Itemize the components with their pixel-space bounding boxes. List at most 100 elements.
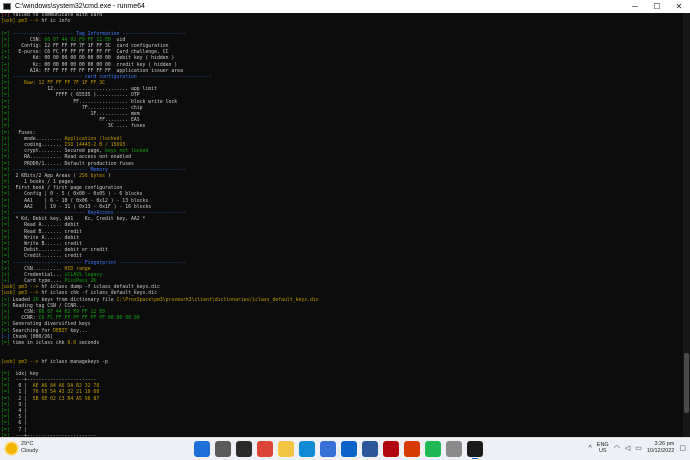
store-icon[interactable] [320, 441, 336, 457]
terminal-text: [usb] pm3 --> [1, 285, 42, 291]
minimize-button[interactable]: ─ [624, 2, 646, 11]
terminal-text: seconds [76, 340, 100, 346]
edge-icon[interactable] [299, 441, 315, 457]
terminal-text: Kc: 00 00 00 00 00 00 00 00 credit key (… [12, 62, 178, 68]
terminal-text: FF........ EAS [12, 118, 140, 124]
wifi-icon[interactable]: ◠ [614, 444, 620, 452]
terminal-text: [=] [1, 427, 13, 433]
spotify-icon[interactable] [425, 441, 441, 457]
terminal-text: failed to communicate with card [12, 13, 103, 18]
notification-icon[interactable]: ▢ [679, 444, 686, 452]
terminal-text: [+] [1, 68, 13, 74]
terminal-text: 3 | [12, 402, 28, 408]
terminal-text: Credit....... credit [12, 254, 82, 260]
terminal-text: Credential... [12, 272, 65, 278]
clock-time: 3:26 pm [654, 441, 675, 447]
terminal-scrollbar[interactable] [683, 13, 690, 437]
terminal-text: 1 books / 1 pages [12, 180, 74, 186]
close-button[interactable]: ✕ [668, 2, 690, 11]
terminal-text: [=] [1, 378, 13, 384]
terminal-text: 3C .... fuses [12, 124, 146, 130]
terminal-text: 5 | [12, 415, 28, 421]
terminal-text: Read B....... credit [12, 229, 82, 235]
terminal-text: [=] [1, 390, 13, 396]
region-code: US [598, 448, 607, 454]
terminal-text: CSN: [12, 310, 39, 315]
terminal-text: [=] [1, 81, 13, 87]
terminal-text: [+] [1, 56, 13, 62]
weather-temperature: 29°C [21, 441, 34, 447]
terminal-text: [usb] pm3 --> [1, 19, 42, 25]
terminal-text: crypt........ Secured page, [12, 149, 105, 155]
terminal-text: 6 | [12, 421, 28, 427]
terminal-text: [=] [1, 118, 13, 124]
terminal-text: 66 07 44 02 F9 FF 12 E0 [44, 37, 111, 43]
volume-icon[interactable]: ◁ [625, 444, 630, 452]
clock[interactable]: 3:26 pm 10/12/2022 [647, 441, 675, 455]
terminal-text: DEBIT [53, 328, 68, 334]
terminal-text: PROD0/1...... Default production fuses [12, 161, 134, 167]
terminal-text: hf iclass dump -f iclass_default_keys.di… [41, 285, 160, 291]
terminal-text: [=] [1, 415, 13, 421]
terminal-text: [+] [1, 266, 13, 272]
task-view-icon[interactable] [236, 441, 252, 457]
terminal-icon[interactable] [467, 441, 483, 459]
word-icon[interactable] [362, 441, 378, 457]
search-icon[interactable] [215, 441, 231, 457]
file-explorer-icon[interactable] [278, 441, 294, 457]
terminal-text: Kd: 00 00 00 00 00 00 00 00 debit key ( … [12, 56, 175, 62]
terminal-text: [=] [1, 186, 13, 192]
terminal-text: * Kd, Debit key, AA1 Kc, Credit key, AA2… [12, 217, 146, 223]
terminal-text: Memory [90, 167, 108, 173]
terminal-text: Debit........ debit or credit [12, 248, 108, 254]
weather-widget[interactable]: 29°C Cloudy [6, 441, 38, 455]
window-titlebar[interactable]: C:\windows\system32\cmd.exe - runme64 ─ … [0, 0, 690, 13]
cmd-icon [3, 3, 11, 10]
mail-icon[interactable] [341, 441, 357, 457]
clock-date: 10/12/2022 [646, 448, 675, 454]
terminal-text: PicoPass 2K [64, 279, 97, 285]
terminal-text: [+] [1, 149, 13, 155]
terminal-text: [!] [1, 13, 13, 18]
office-icon[interactable] [404, 441, 420, 457]
terminal-text: 66 07 44 02 F9 FF 12 E0 [38, 310, 105, 315]
netflix-icon[interactable] [383, 441, 399, 457]
terminal-text: [=] [1, 217, 13, 223]
terminal-text: hf ic info [41, 19, 71, 25]
chrome-icon[interactable] [257, 441, 273, 457]
terminal-text: [=] [1, 241, 13, 247]
terminal-text: 5B 6E 02 C3 B4 A5 96 87 [32, 396, 100, 402]
terminal-text: [+] [1, 43, 13, 49]
terminal-text: CSN.......... [12, 266, 65, 272]
terminal-text: [=] [1, 322, 13, 328]
terminal-text: [=] [1, 409, 13, 414]
terminal-output[interactable]: [!] failed to communicate with card [usb]… [0, 13, 684, 437]
scrollbar-thumb[interactable] [684, 353, 689, 413]
terminal-text: 7F.............. chip [12, 105, 143, 111]
terminal-text: 76 65 54 43 32 21 10 00 [32, 390, 100, 396]
terminal-text: key... [67, 328, 88, 334]
terminal-text: Chunk [000/26] [12, 334, 53, 340]
chevron-up-icon[interactable]: ^ [589, 445, 592, 452]
terminal-text: AE A6 84 A6 DA B2 32 78 [32, 384, 100, 390]
photos-icon[interactable] [446, 441, 462, 457]
terminal-text: [-] [1, 334, 13, 340]
terminal-text: [=] [1, 204, 13, 210]
terminal-text: Write A...... debit [12, 235, 79, 241]
terminal-text: uid [110, 37, 126, 43]
terminal-text: hf iclass managekeys -p [41, 359, 108, 365]
system-tray: ^ ENG US ◠ ◁ ▭ 3:26 pm 10/12/2022 ▢ [589, 441, 687, 455]
terminal-text: [=] [1, 112, 13, 117]
terminal-text: CCNR: [12, 316, 39, 322]
terminal-text: [=] [1, 31, 13, 37]
maximize-button[interactable]: ☐ [646, 2, 668, 11]
start-icon[interactable] [194, 441, 210, 457]
terminal-text: AA1 | 6 - 18 ( 0x06 - 0x12 ) - 13 blocks [12, 198, 149, 204]
battery-icon[interactable]: ▭ [635, 444, 642, 452]
terminal-text: C6 FC FF FF FF FF FF FF 00 00 00 00 [38, 316, 140, 322]
terminal-text: ------------------------ [12, 260, 85, 266]
language-indicator[interactable]: ENG US [597, 442, 609, 454]
terminal-text: coding....... [12, 142, 65, 148]
